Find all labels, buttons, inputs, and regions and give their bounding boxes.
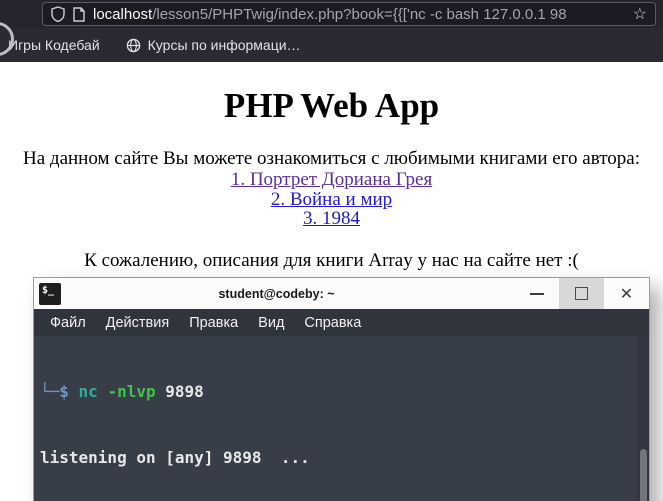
minimize-button[interactable] bbox=[514, 278, 559, 309]
bookmark-item-games[interactable]: Игры Кодебай bbox=[8, 37, 100, 53]
minimize-icon bbox=[529, 292, 544, 295]
close-icon: ✕ bbox=[619, 285, 634, 303]
url-domain: localhost bbox=[93, 5, 153, 23]
page-info-icon[interactable] bbox=[73, 6, 85, 22]
web-page-content: PHP Web App На данном сайте Вы можете оз… bbox=[0, 86, 663, 272]
menu-file[interactable]: Файл bbox=[40, 315, 96, 331]
bookmarks-bar: Игры Кодебай Курсы по информаци… bbox=[0, 28, 663, 62]
command-port: 9898 bbox=[165, 382, 204, 401]
book-links: 1. Портрет Дориана Грея 2. Война и мир 3… bbox=[0, 170, 663, 229]
bookmark-label: Курсы по информаци… bbox=[147, 37, 301, 53]
book-link-row: 1. Портрет Дориана Грея bbox=[0, 170, 663, 190]
not-found-message: К сожалению, описания для книги Array у … bbox=[84, 249, 579, 271]
intro-text: На данном сайте Вы можете ознакомиться с… bbox=[23, 148, 640, 169]
url-bar[interactable]: localhost/lesson5/PHPTwig/index.php?book… bbox=[42, 2, 656, 26]
browser-toolbar: localhost/lesson5/PHPTwig/index.php?book… bbox=[0, 0, 663, 56]
book-link-row: 3. 1984 bbox=[0, 209, 663, 229]
url-path: /lesson5/PHPTwig/index.php?book={{['nc -… bbox=[152, 5, 567, 23]
menu-view[interactable]: Вид bbox=[248, 315, 294, 331]
book-link-war-and-peace[interactable]: 2. Война и мир bbox=[271, 189, 392, 210]
bookmark-star-icon[interactable]: ☆ bbox=[633, 4, 647, 24]
terminal-titlebar[interactable]: $_ student@codeby: ~ ✕ bbox=[34, 278, 649, 309]
terminal-menubar: Файл Действия Правка Вид Справка bbox=[34, 309, 649, 336]
scrollbar-thumb[interactable] bbox=[640, 449, 647, 501]
maximize-button[interactable] bbox=[559, 278, 604, 309]
menu-edit[interactable]: Правка bbox=[179, 315, 248, 331]
book-link-row: 2. Война и мир bbox=[0, 189, 663, 210]
menu-actions[interactable]: Действия bbox=[96, 315, 180, 331]
command-args: -nlvp bbox=[107, 382, 156, 401]
bookmark-item-courses[interactable]: Курсы по информаци… bbox=[126, 37, 301, 53]
terminal-prompt-line: └─$ nc -nlvp 9898 bbox=[40, 381, 649, 403]
maximize-icon bbox=[575, 287, 588, 300]
terminal-title: student@codeby: ~ bbox=[218, 286, 335, 301]
terminal-scrollbar[interactable] bbox=[637, 336, 649, 501]
page-title: PHP Web App bbox=[223, 86, 440, 125]
shield-icon[interactable] bbox=[51, 6, 65, 22]
terminal-output-area[interactable]: └─$ nc -nlvp 9898 listening on [any] 989… bbox=[34, 336, 649, 501]
url-text[interactable]: localhost/lesson5/PHPTwig/index.php?book… bbox=[93, 6, 627, 23]
browser-window: localhost/lesson5/PHPTwig/index.php?book… bbox=[0, 0, 663, 501]
command-name: nc bbox=[78, 382, 98, 401]
window-controls: ✕ bbox=[514, 278, 649, 309]
book-link-dorian-gray[interactable]: 1. Портрет Дориана Грея bbox=[231, 169, 432, 190]
shell-prompt: └─$ bbox=[40, 382, 69, 401]
menu-help[interactable]: Справка bbox=[294, 315, 371, 331]
terminal-line: listening on [any] 9898 ... bbox=[40, 448, 310, 467]
close-button[interactable]: ✕ bbox=[604, 278, 649, 309]
bookmark-label: Игры Кодебай bbox=[8, 37, 100, 53]
globe-icon bbox=[126, 38, 141, 53]
book-link-1984[interactable]: 3. 1984 bbox=[303, 208, 360, 229]
terminal-window: $_ student@codeby: ~ ✕ Файл Действия Пра… bbox=[33, 277, 650, 501]
